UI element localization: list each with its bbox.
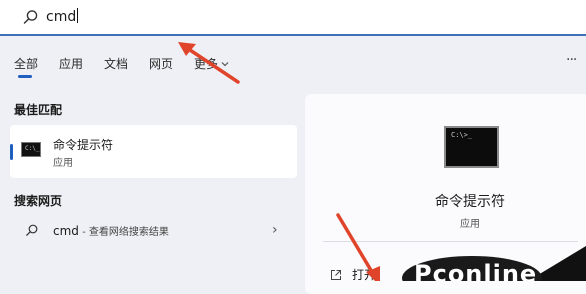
- result-name: 命令提示符: [53, 138, 114, 152]
- svg-text:Pconline: Pconline: [414, 260, 537, 281]
- search-input[interactable]: cmd: [46, 8, 79, 26]
- open-icon: [331, 270, 341, 280]
- chevron-down-icon: [221, 61, 229, 66]
- command-prompt-icon: C:\>_: [444, 126, 499, 168]
- command-prompt-icon: C:\_: [21, 142, 41, 157]
- best-match-result[interactable]: C:\_ 命令提示符 应用: [10, 125, 297, 178]
- more-options-button[interactable]: ···: [566, 52, 577, 68]
- web-search-query: cmd: [53, 224, 79, 238]
- selection-indicator: [10, 144, 13, 160]
- preview-app-name: 命令提示符: [435, 194, 505, 210]
- tab-documents[interactable]: 文档: [104, 55, 128, 72]
- preview-app-type: 应用: [460, 219, 480, 230]
- tab-web[interactable]: 网页: [149, 55, 173, 72]
- tab-all[interactable]: 全部: [14, 55, 38, 78]
- search-icon: [26, 224, 38, 236]
- text-caret: [77, 8, 79, 23]
- best-match-heading: 最佳匹配: [14, 103, 63, 117]
- search-icon: [23, 10, 38, 24]
- open-action[interactable]: 打开: [352, 266, 376, 283]
- web-search-text: cmd - 查看网络搜索结果: [53, 223, 169, 238]
- web-search-result[interactable]: cmd - 查看网络搜索结果 ›: [10, 220, 297, 242]
- web-search-suffix: - 查看网络搜索结果: [78, 227, 169, 238]
- search-query: cmd: [46, 9, 77, 25]
- tab-apps[interactable]: 应用: [59, 55, 83, 72]
- search-bar[interactable]: cmd: [0, 0, 586, 36]
- tab-more[interactable]: 更多: [194, 55, 229, 72]
- chevron-right-icon[interactable]: ›: [272, 222, 278, 238]
- watermark-logo: Pconline: [400, 232, 586, 281]
- result-type: 应用: [53, 158, 73, 169]
- web-search-heading: 搜索网页: [14, 194, 63, 208]
